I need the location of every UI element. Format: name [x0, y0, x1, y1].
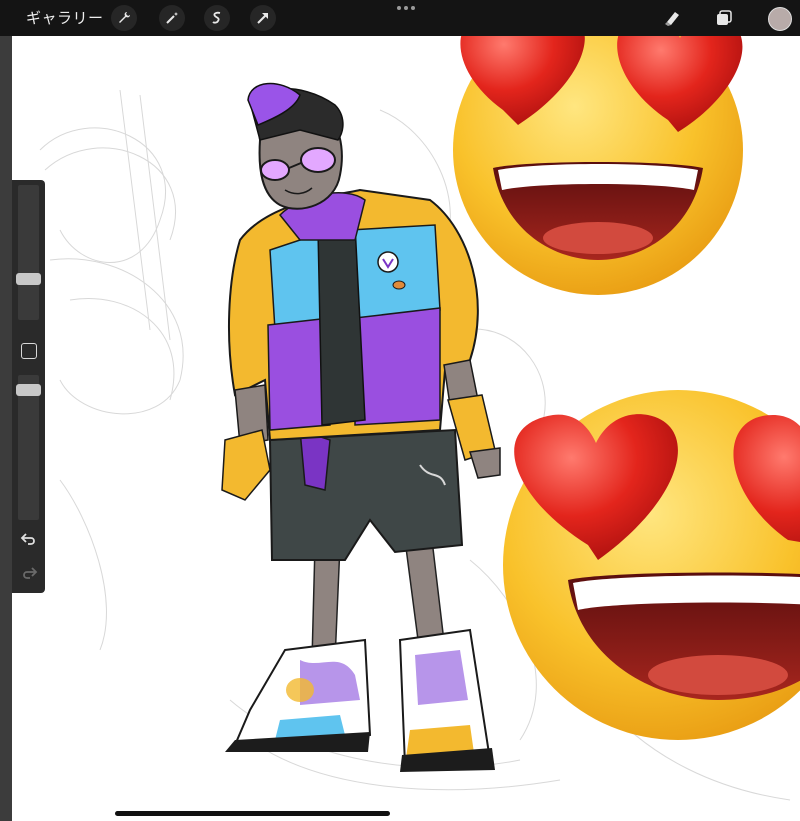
home-indicator	[115, 811, 390, 816]
selection-icon	[212, 11, 221, 24]
undo-icon[interactable]	[20, 530, 38, 548]
transform-button[interactable]	[250, 5, 276, 31]
opacity-slider[interactable]	[16, 375, 41, 520]
brush-size-slider[interactable]	[16, 185, 41, 320]
left-sidebar	[12, 180, 45, 593]
selection-button[interactable]	[204, 5, 230, 31]
more-options-icon[interactable]	[395, 2, 417, 14]
top-toolbar: ギャラリー	[0, 0, 800, 36]
brush-size-thumb[interactable]	[16, 273, 41, 285]
eraser-button[interactable]	[660, 6, 684, 30]
opacity-thumb[interactable]	[16, 384, 41, 396]
transform-arrow-icon	[257, 13, 268, 24]
adjustments-button[interactable]	[159, 5, 185, 31]
actions-button[interactable]	[111, 5, 137, 31]
drawing-canvas[interactable]	[0, 0, 800, 821]
magic-wand-icon	[166, 12, 178, 24]
layers-icon	[717, 10, 732, 25]
layers-button[interactable]	[712, 6, 736, 30]
redo-icon[interactable]	[20, 564, 38, 582]
heart-eyes-emoji-sticker[interactable]	[453, 5, 743, 295]
gallery-button[interactable]: ギャラリー	[26, 7, 104, 28]
eraser-icon	[665, 12, 679, 26]
modify-button[interactable]	[21, 343, 37, 359]
wrench-icon	[119, 12, 130, 23]
left-screen-edge	[0, 36, 12, 821]
color-picker-button[interactable]	[768, 7, 792, 31]
heart-eyes-emoji-sticker[interactable]	[503, 390, 800, 740]
